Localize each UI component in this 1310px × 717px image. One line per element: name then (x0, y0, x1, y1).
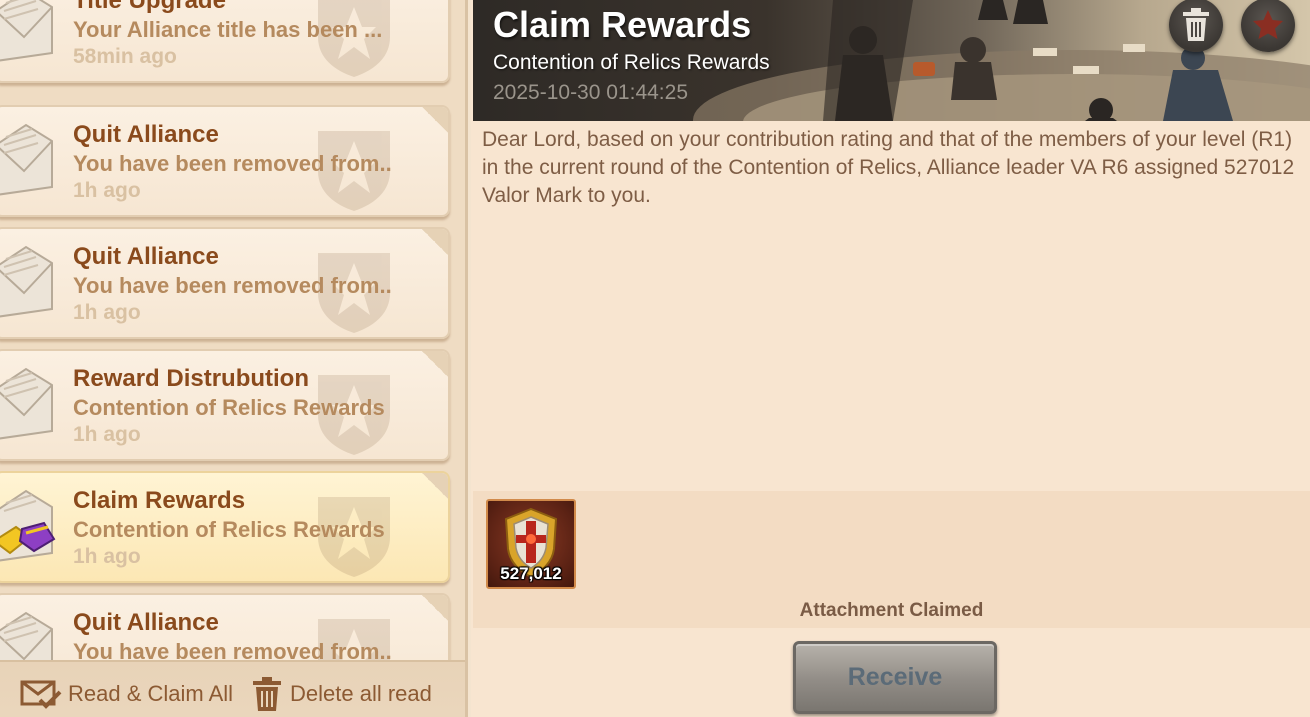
receive-button[interactable]: Receive (793, 641, 997, 714)
mail-item[interactable]: Title Upgrade Your Alliance title has be… (0, 0, 450, 83)
mail-item[interactable]: Quit Alliance You have been removed from… (0, 105, 450, 217)
envelope-icon (0, 0, 53, 62)
mail-check-icon (20, 680, 62, 709)
trash-icon (253, 677, 281, 711)
trash-icon (1183, 8, 1209, 41)
mail-preview: Contention of Relics Rewards (73, 395, 385, 420)
mail-item-selected[interactable]: Claim Rewards Contention of Relics Rewar… (0, 471, 450, 583)
mail-title: Reward Distrubution (73, 365, 310, 392)
delete-all-read-button[interactable]: Delete all read (250, 677, 432, 711)
card-fold (420, 0, 448, 1)
mail-title: Title Upgrade (73, 0, 226, 14)
mail-detail-panel: Claim Rewards Contention of Relics Rewar… (471, 0, 1310, 717)
mail-body-text: Dear Lord, based on your contribution ra… (482, 128, 1295, 207)
mail-time: 1h ago (73, 301, 141, 324)
mail-time: 1h ago (73, 179, 141, 202)
mail-preview: Your Alliance title has been ... (73, 17, 383, 42)
mail-preview: You have been removed from.. (73, 639, 392, 660)
detail-header: Claim Rewards Contention of Relics Rewar… (473, 0, 1310, 121)
mail-title: Quit Alliance (73, 609, 219, 636)
reward-envelope-icon (0, 489, 56, 562)
mail-list[interactable]: Title Upgrade Your Alliance title has be… (0, 0, 462, 660)
delete-all-read-label: Delete all read (290, 681, 432, 706)
mail-title: Quit Alliance (73, 121, 219, 148)
card-fold (420, 351, 448, 379)
envelope-icon (0, 367, 53, 440)
detail-date: 2025-10-30 01:44:25 (493, 81, 688, 104)
reward-count: 527,012 (500, 564, 562, 583)
card-fold (420, 473, 448, 501)
mail-time: 1h ago (73, 545, 141, 568)
detail-subtitle: Contention of Relics Rewards (493, 51, 770, 74)
envelope-icon (0, 611, 53, 660)
read-claim-all-button[interactable]: Read & Claim All (20, 677, 233, 711)
card-fold (420, 229, 448, 257)
mail-title: Claim Rewards (73, 487, 246, 514)
card-fold (420, 595, 448, 623)
mail-preview: Contention of Relics Rewards (73, 517, 385, 542)
mail-preview: You have been removed from.. (73, 273, 392, 298)
mail-preview: You have been removed from.. (73, 151, 392, 176)
attachments-area: 527,012 Attachment Claimed (473, 491, 1310, 628)
valor-mark-reward[interactable]: 527,012 (486, 499, 576, 589)
read-claim-all-label: Read & Claim All (68, 681, 234, 706)
mail-title: Quit Alliance (73, 243, 219, 270)
envelope-icon (0, 245, 53, 318)
mail-item[interactable]: Reward Distrubution Contention of Relics… (0, 349, 450, 461)
mail-time: 1h ago (73, 423, 141, 446)
attachment-status: Attachment Claimed (799, 600, 984, 621)
card-fold (420, 107, 448, 135)
mail-list-panel: Title Upgrade Your Alliance title has be… (0, 0, 468, 717)
mail-item[interactable]: Quit Alliance You have been removed from… (0, 227, 450, 339)
mail-time: 58min ago (73, 45, 177, 68)
favorite-button[interactable] (1241, 0, 1295, 52)
star-icon (1253, 10, 1283, 39)
delete-mail-button[interactable] (1169, 0, 1223, 52)
detail-title: Claim Rewards (493, 4, 752, 45)
receive-label: Receive (847, 663, 943, 691)
mail-list-footer: Read & Claim All Delete all read (0, 660, 465, 717)
envelope-icon (0, 123, 53, 196)
mail-item[interactable]: Quit Alliance You have been removed from… (0, 593, 450, 660)
